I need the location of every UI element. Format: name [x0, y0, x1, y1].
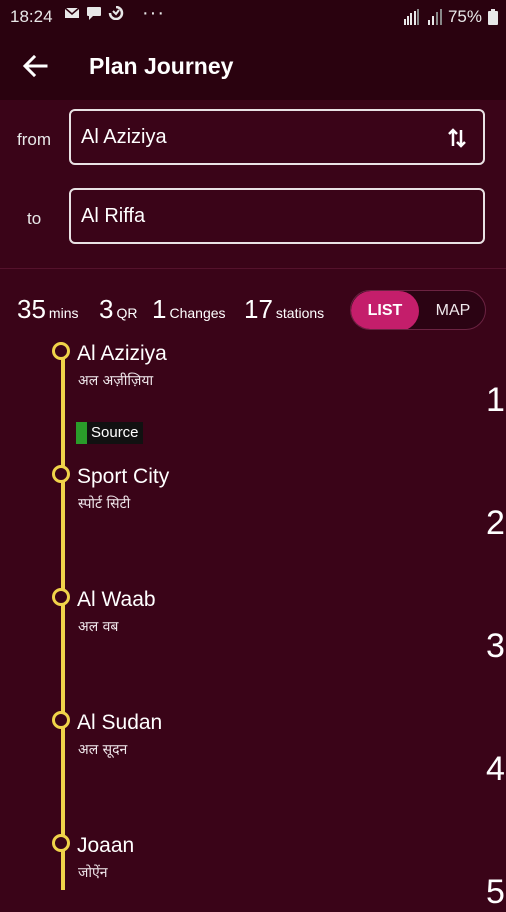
- station-name: Al Aziziya: [77, 342, 167, 365]
- station-name: Al Sudan: [77, 711, 163, 734]
- station-number: 1: [486, 381, 505, 419]
- station-name-hindi: अल सूदन: [78, 742, 128, 758]
- back-arrow-icon[interactable]: [20, 52, 50, 80]
- to-field[interactable]: Al Riffa: [69, 188, 485, 244]
- list-tab[interactable]: LIST: [351, 291, 419, 329]
- station-number: 4: [486, 750, 505, 788]
- battery-percent: 75%: [447, 7, 482, 26]
- to-value: Al Riffa: [81, 204, 146, 227]
- stations-unit: stations: [275, 305, 325, 321]
- station-name: Sport City: [77, 465, 170, 488]
- cell-signal-icon: [427, 9, 442, 25]
- station-marker: [52, 342, 70, 360]
- station-name-hindi: स्पोर्ट सिटी: [78, 496, 131, 512]
- from-value: Al Aziziya: [81, 125, 167, 148]
- station-number: 3: [486, 627, 505, 665]
- from-label: from: [17, 130, 51, 149]
- to-label: to: [27, 209, 42, 228]
- fare-stat: 3 QR: [99, 294, 137, 325]
- message-icon: [87, 7, 101, 20]
- page-title: Plan Journey: [89, 53, 234, 79]
- source-label: Source: [87, 422, 143, 444]
- station-name-hindi: अल अज़ीज़िया: [78, 373, 154, 389]
- status-bar: 18:24 ··· 75%: [0, 0, 506, 32]
- sync-icon: [108, 6, 124, 20]
- stations-value: 17: [244, 294, 273, 324]
- station-marker: [52, 588, 70, 606]
- duration-value: 35: [17, 294, 46, 324]
- changes-unit: Changes: [169, 305, 226, 321]
- swap-icon[interactable]: [445, 126, 469, 150]
- wifi-signal-icon: [403, 9, 419, 25]
- route-line: [61, 358, 65, 890]
- app-bar: Plan Journey: [0, 32, 506, 100]
- system-status: 75%: [403, 7, 498, 27]
- mail-icon: [64, 7, 80, 18]
- fare-value: 3: [99, 294, 114, 324]
- status-time: 18:24: [10, 7, 53, 26]
- station-marker: [52, 834, 70, 852]
- station-name: Al Waab: [77, 588, 156, 611]
- changes-value: 1: [152, 294, 167, 324]
- notification-icons: [64, 6, 124, 20]
- divider: [0, 268, 506, 269]
- station-marker: [52, 465, 70, 483]
- changes-stat: 1 Changes: [152, 294, 226, 325]
- more-notifications-icon: ···: [142, 2, 165, 24]
- source-badge: Source: [76, 422, 143, 444]
- duration-stat: 35 mins: [17, 294, 78, 325]
- view-toggle: LIST MAP: [350, 290, 486, 330]
- fare-unit: QR: [116, 305, 138, 321]
- station-name-hindi: जोऐंन: [78, 865, 108, 881]
- duration-unit: mins: [48, 305, 79, 321]
- map-tab[interactable]: MAP: [419, 291, 485, 329]
- stations-stat: 17 stations: [244, 294, 324, 325]
- station-number: 5: [486, 873, 505, 911]
- station-name-hindi: अल वब: [78, 619, 119, 635]
- from-field[interactable]: Al Aziziya: [69, 109, 485, 165]
- station-marker: [52, 711, 70, 729]
- station-number: 2: [486, 504, 505, 542]
- station-name: Joaan: [77, 834, 135, 857]
- source-color-bar: [76, 422, 87, 444]
- battery-icon: [488, 9, 498, 25]
